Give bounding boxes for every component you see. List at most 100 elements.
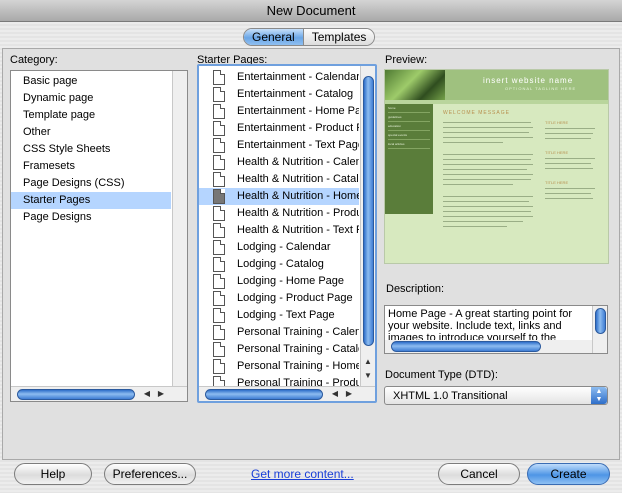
starter-item[interactable]: Personal Training - Catalog	[199, 341, 359, 358]
category-hscroll-thumb[interactable]	[17, 389, 135, 400]
starter-item[interactable]: Lodging - Text Page	[199, 307, 359, 324]
document-icon	[213, 104, 225, 119]
preview-text-line	[545, 188, 595, 189]
category-item[interactable]: Other	[11, 124, 171, 141]
category-item[interactable]: Framesets	[11, 158, 171, 175]
preview-nav-item: home	[388, 106, 430, 113]
starter-item-label: Entertainment - Catalog	[237, 88, 354, 100]
preview-nav-item: special events	[388, 133, 430, 140]
starter-item[interactable]: Entertainment - Text Page	[199, 137, 359, 154]
preview-text-line	[545, 128, 595, 129]
document-icon	[213, 189, 225, 204]
starter-item[interactable]: Health & Nutrition - Catalog	[199, 171, 359, 188]
preview-text-line	[443, 137, 533, 138]
scroll-left-arrow-icon[interactable]: ◀	[141, 388, 153, 400]
category-label: Category:	[10, 54, 58, 66]
create-button[interactable]: Create	[527, 463, 610, 485]
preview-text-line	[443, 216, 533, 217]
starter-vertical-scrollbar[interactable]: ▲ ▼	[360, 66, 375, 386]
starter-item[interactable]: Lodging - Home Page	[199, 273, 359, 290]
starter-item-label: Health & Nutrition - Product Page	[237, 207, 359, 219]
starter-item[interactable]: Entertainment - Product Page	[199, 120, 359, 137]
tab-general[interactable]: General	[244, 29, 304, 45]
starter-vscroll-thumb[interactable]	[363, 76, 374, 346]
preview-text-line	[545, 193, 591, 194]
starter-hscroll-thumb[interactable]	[205, 389, 323, 400]
preview-text-line	[545, 138, 591, 139]
description-vscroll-thumb[interactable]	[595, 308, 606, 334]
starter-item-label: Health & Nutrition - Calendar	[237, 156, 359, 168]
starter-item[interactable]: Personal Training - Calendar	[199, 324, 359, 341]
preview-sidebar-heading: TITLE HERE	[545, 180, 569, 185]
starter-pages-list[interactable]: Entertainment - Calendar Entertainment -…	[199, 66, 375, 401]
cancel-button[interactable]: Cancel	[438, 463, 520, 485]
doctype-label: Document Type (DTD):	[385, 369, 498, 381]
preview-text-line	[545, 133, 593, 134]
preview-nav-item: education	[388, 124, 430, 131]
preview-text-line	[545, 168, 593, 169]
scroll-right-arrow-icon[interactable]: ▶	[155, 388, 167, 400]
starter-item-label: Entertainment - Product Page	[237, 122, 359, 134]
preferences-button[interactable]: Preferences...	[104, 463, 196, 485]
description-label: Description:	[386, 283, 445, 295]
preview-photo	[385, 70, 445, 102]
starter-item-label: Entertainment - Home Page	[237, 105, 359, 117]
scroll-left-arrow-icon[interactable]: ◀	[329, 388, 341, 400]
category-item-selected[interactable]: Starter Pages	[11, 192, 171, 209]
preview-nav-item: local articles	[388, 142, 430, 149]
starter-item-selected[interactable]: Health & Nutrition - Home Page	[199, 188, 359, 205]
updown-arrows-icon: ▲ ▼	[591, 387, 607, 404]
description-horizontal-scrollbar[interactable]	[385, 340, 592, 353]
starter-item[interactable]: Lodging - Catalog	[199, 256, 359, 273]
get-more-content-link[interactable]: Get more content...	[251, 467, 354, 481]
starter-item-label: Health & Nutrition - Catalog	[237, 173, 359, 185]
document-icon	[213, 121, 225, 136]
starter-horizontal-scrollbar[interactable]: ◀ ▶	[199, 386, 375, 401]
starter-item[interactable]: Health & Nutrition - Text Page	[199, 222, 359, 239]
help-button[interactable]: Help	[14, 463, 92, 485]
category-list[interactable]: Basic page Dynamic page Template page Ot…	[10, 70, 188, 402]
title-bar: New Document	[0, 0, 622, 22]
preview-text-line	[443, 206, 533, 207]
document-icon	[213, 87, 225, 102]
doctype-select[interactable]: XHTML 1.0 Transitional ▲ ▼	[384, 386, 608, 405]
category-item[interactable]: Page Designs	[11, 209, 171, 226]
starter-item[interactable]: Personal Training - Home Page	[199, 358, 359, 375]
scroll-down-arrow-icon[interactable]: ▼	[362, 370, 374, 382]
starter-item-label: Lodging - Home Page	[237, 275, 345, 287]
preview-site-name: insert website name	[483, 76, 574, 85]
starter-item-label: Personal Training - Calendar	[237, 326, 359, 338]
preview-text-line	[443, 154, 533, 155]
starter-item[interactable]: Entertainment - Catalog	[199, 86, 359, 103]
starter-item[interactable]: Entertainment - Home Page	[199, 103, 359, 120]
tab-templates[interactable]: Templates	[303, 29, 375, 45]
template-preview-image: insert website name OPTIONAL TAGLINE HER…	[384, 69, 609, 264]
category-item[interactable]: Template page	[11, 107, 171, 124]
starter-item[interactable]: Health & Nutrition - Product Page	[199, 205, 359, 222]
category-item[interactable]: Basic page	[11, 73, 171, 90]
starter-item[interactable]: Lodging - Calendar	[199, 239, 359, 256]
preview-sidebar-heading: TITLE HERE	[545, 120, 569, 125]
starter-item-label: Entertainment - Calendar	[237, 71, 359, 83]
dialog-content: General Templates Category: Basic page D…	[0, 22, 622, 493]
category-item[interactable]: Dynamic page	[11, 90, 171, 107]
preview-text-line	[443, 122, 531, 123]
category-item[interactable]: CSS Style Sheets	[11, 141, 171, 158]
category-item[interactable]: Page Designs (CSS)	[11, 175, 171, 192]
starter-item[interactable]: Health & Nutrition - Calendar	[199, 154, 359, 171]
category-vertical-scrollbar[interactable]	[172, 71, 187, 386]
scroll-up-arrow-icon[interactable]: ▲	[362, 356, 374, 368]
scroll-right-arrow-icon[interactable]: ▶	[343, 388, 355, 400]
starter-item[interactable]: Entertainment - Calendar	[199, 69, 359, 86]
preview-text-line	[443, 201, 529, 202]
document-icon	[213, 359, 225, 374]
document-icon	[213, 138, 225, 153]
description-vertical-scrollbar[interactable]	[592, 306, 607, 353]
preview-text-line	[443, 184, 513, 185]
description-hscroll-thumb[interactable]	[391, 341, 541, 352]
document-icon	[213, 172, 225, 187]
starter-item[interactable]: Lodging - Product Page	[199, 290, 359, 307]
preview-text-line	[443, 164, 533, 165]
starter-item-label: Entertainment - Text Page	[237, 139, 359, 151]
category-horizontal-scrollbar[interactable]: ◀ ▶	[11, 386, 187, 401]
